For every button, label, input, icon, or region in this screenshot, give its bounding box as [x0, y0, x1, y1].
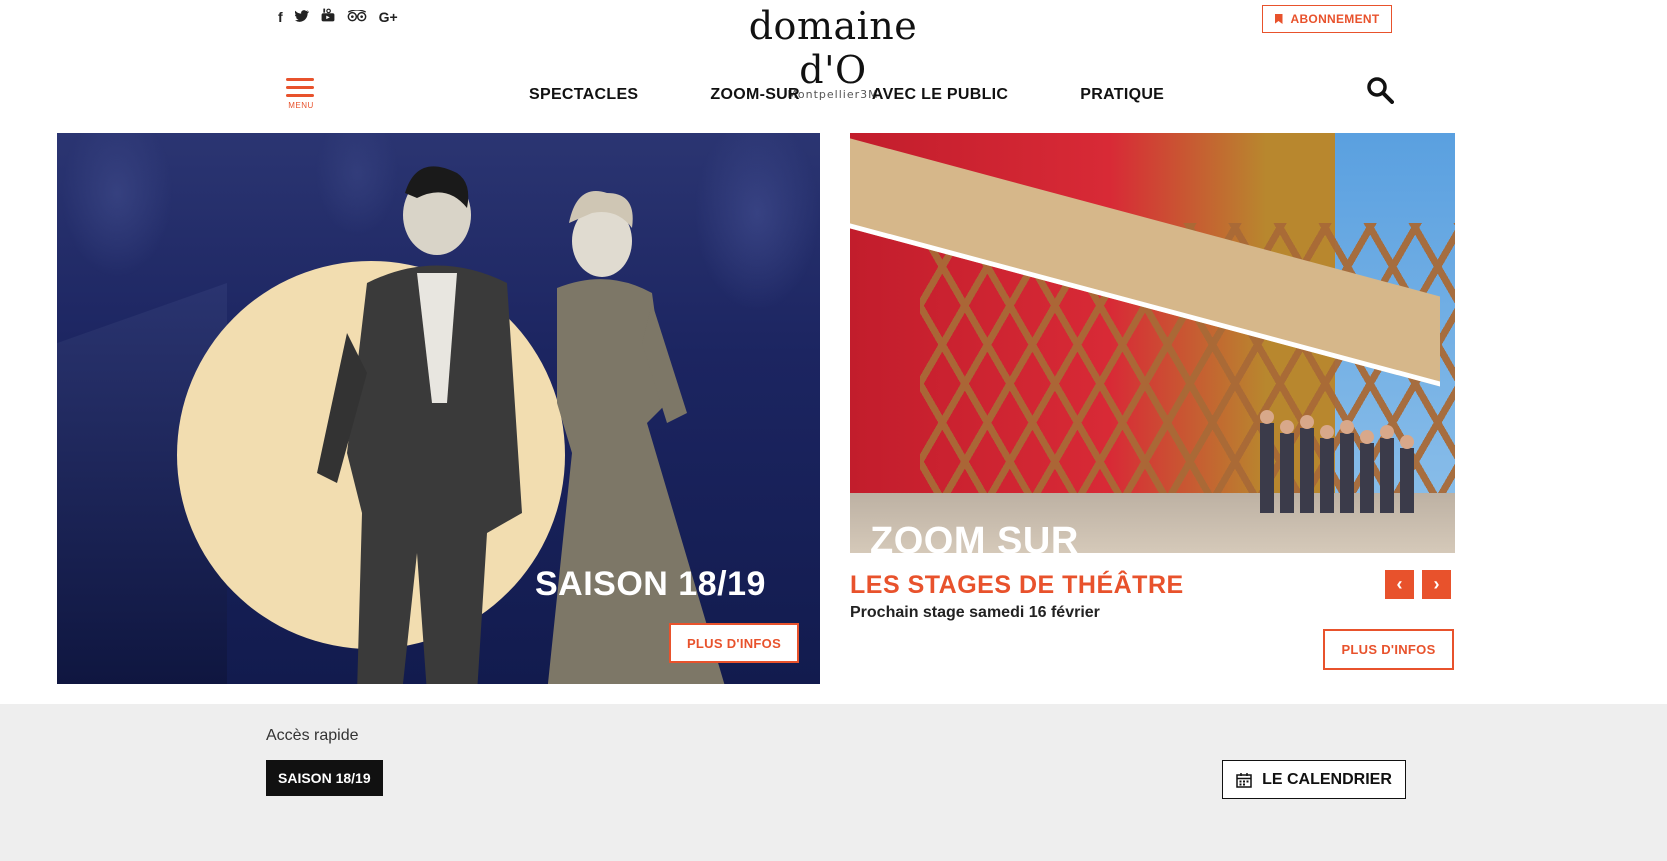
- social-links: f G+: [278, 8, 398, 26]
- nav-item-zoom-sur[interactable]: ZOOM-SUR: [710, 86, 800, 104]
- google-plus-icon[interactable]: G+: [379, 8, 398, 26]
- youtube-icon[interactable]: [321, 8, 335, 26]
- quick-access-saison-button[interactable]: SAISON 18/19: [266, 760, 383, 796]
- feature-people: [1260, 410, 1414, 513]
- main-nav: SPECTACLES ZOOM-SUR AVEC LE PUBLIC PRATI…: [529, 86, 1164, 104]
- nav-item-pratique[interactable]: PRATIQUE: [1080, 86, 1164, 104]
- search-icon[interactable]: [1366, 76, 1394, 104]
- tripadvisor-icon[interactable]: [347, 8, 367, 26]
- hamburger-icon-bar: [286, 94, 314, 97]
- nav-item-spectacles[interactable]: SPECTACLES: [529, 86, 638, 104]
- site-logo[interactable]: domaine d'O Montpellier3M: [718, 4, 948, 101]
- calendar-button[interactable]: LE CALENDRIER: [1222, 760, 1406, 799]
- feature-more-info-button[interactable]: PLUS D'INFOS: [1323, 629, 1454, 670]
- hero-title: SAISON 18/19: [535, 565, 766, 604]
- hero-banner[interactable]: SAISON 18/19 PLUS D'INFOS: [57, 133, 820, 684]
- feature-title[interactable]: LES STAGES DE THÉÂTRE: [850, 571, 1184, 600]
- hero-couple-image: [317, 166, 725, 684]
- quick-access-bar: Accès rapide SAISON 18/19 LE CALENDRIER: [0, 704, 1667, 861]
- menu-button[interactable]: MENU: [286, 78, 316, 110]
- carousel-controls: ‹ ›: [1385, 570, 1451, 599]
- zoom-sur-overlay: ZOOM SUR: [870, 520, 1079, 553]
- twitter-icon[interactable]: [294, 8, 309, 26]
- abonnement-button[interactable]: ABONNEMENT: [1262, 5, 1392, 33]
- hero-more-info-button[interactable]: PLUS D'INFOS: [669, 623, 799, 663]
- feature-subtitle: Prochain stage samedi 16 février: [850, 604, 1100, 621]
- calendar-label: LE CALENDRIER: [1262, 770, 1392, 788]
- quick-access-label: Accès rapide: [266, 727, 359, 744]
- nav-item-avec-le-public[interactable]: AVEC LE PUBLIC: [872, 86, 1008, 104]
- hamburger-icon: [286, 78, 314, 81]
- chevron-left-icon[interactable]: ‹: [1385, 570, 1414, 599]
- page: f G+ domaine d'O Montpellier3M ABONNEMEN…: [0, 0, 1667, 861]
- feature-image[interactable]: ZOOM SUR: [850, 133, 1455, 553]
- menu-label: MENU: [288, 101, 314, 110]
- bookmark-icon: [1274, 14, 1283, 24]
- hero-title-text: SAISON 18/19: [535, 565, 766, 603]
- calendar-icon: [1236, 772, 1252, 788]
- abonnement-label: ABONNEMENT: [1290, 12, 1380, 26]
- chevron-right-icon[interactable]: ›: [1422, 570, 1451, 599]
- facebook-icon[interactable]: f: [278, 8, 283, 26]
- hamburger-icon-bar: [286, 86, 314, 89]
- logo-text: domaine d'O: [748, 4, 918, 92]
